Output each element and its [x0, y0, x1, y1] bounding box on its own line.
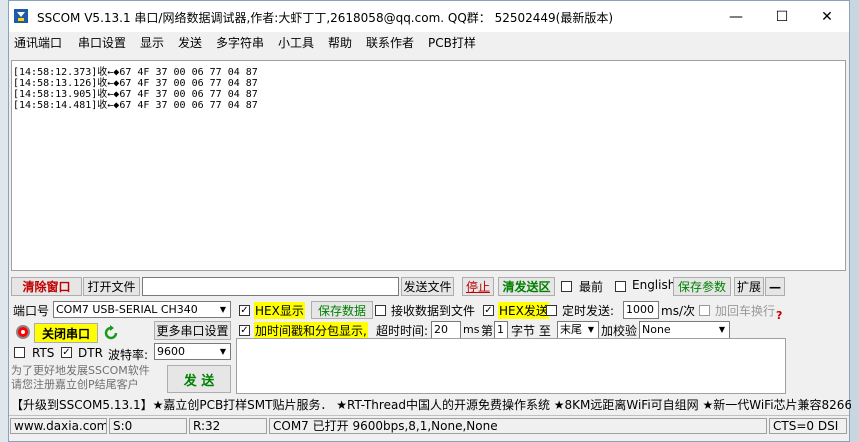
window-title: SSCOM V5.13.1 串口/网络数据调试器,作者:大虾丁丁,2618058… [37, 11, 614, 25]
rts-checkbox[interactable] [14, 347, 25, 358]
help-icon[interactable]: ? [776, 309, 782, 322]
nth-label: 第 [481, 324, 494, 338]
hex-display-label: HEX显示 [254, 302, 305, 319]
menu-help[interactable]: 帮助 [328, 34, 352, 51]
send-text-area[interactable] [236, 338, 786, 394]
app-icon [14, 9, 28, 23]
timeout-unit: ms [463, 323, 480, 336]
title-bar: SSCOM V5.13.1 串口/网络数据调试器,作者:大虾丁丁,2618058… [9, 1, 849, 32]
sscom-window: SSCOM V5.13.1 串口/网络数据调试器,作者:大虾丁丁,2618058… [8, 0, 851, 442]
menu-pcb-proto[interactable]: PCB打样 [428, 34, 476, 51]
menu-contact-author[interactable]: 联系作者 [366, 34, 414, 51]
english-label: English [632, 278, 676, 292]
checksum-label: 加校验 [601, 324, 638, 338]
save-data-button[interactable]: 保存数据 [311, 301, 373, 319]
expand-button[interactable]: 扩展 [734, 277, 764, 296]
send-scrollbar[interactable] [786, 338, 803, 394]
save-params-button[interactable]: 保存参数 [673, 277, 731, 296]
receive-line: [14:58:13.905]收←◆67 4F 37 00 06 77 04 87 [13, 89, 258, 100]
checksum-select-value: None [642, 323, 671, 336]
menu-send[interactable]: 发送 [178, 34, 202, 51]
clear-window-button[interactable]: 清除窗口 [11, 277, 82, 296]
topmost-label: 最前 [579, 280, 604, 294]
close-button[interactable]: ✕ [804, 1, 850, 32]
menu-bar: 通讯端口 串口设置 显示 发送 多字符串 小工具 帮助 联系作者 PCB打样 [9, 32, 849, 52]
background-desktop [0, 0, 8, 442]
receive-area[interactable]: [14:58:12.373]收←◆67 4F 37 00 06 77 04 87… [11, 60, 846, 271]
baud-select-value: 9600 [157, 345, 185, 358]
timed-send-checkbox[interactable] [546, 305, 557, 316]
menu-tools[interactable]: 小工具 [278, 34, 314, 51]
promo-line-2: 请您注册嘉立创P结尾客户 [11, 378, 139, 391]
receive-line: [14:58:13.126]收←◆67 4F 37 00 06 77 04 87 [13, 78, 258, 89]
english-checkbox[interactable] [615, 281, 626, 292]
hex-display-checkbox[interactable]: ✓ [239, 305, 250, 316]
status-bar: www.daxia.com S:0 R:32 COM7 已打开 9600bps,… [9, 415, 849, 436]
recv-to-file-checkbox[interactable] [375, 305, 386, 316]
interval-input[interactable]: 1000 [623, 301, 659, 319]
dtr-label: DTR [78, 346, 103, 360]
menu-display[interactable]: 显示 [140, 34, 164, 51]
port-status-icon [16, 325, 30, 339]
checksum-select[interactable]: None ▼ [639, 321, 730, 339]
clear-send-button[interactable]: 清发送区 [498, 277, 555, 296]
sent-count: S:0 [109, 418, 187, 434]
byte-to-label: 字节 至 [511, 324, 551, 338]
signal-status: CTS=0 DSI [769, 418, 847, 434]
send-button[interactable]: 发 送 [167, 365, 231, 393]
promo-line-1: 为了更好地发展SSCOM软件 [11, 364, 150, 377]
topmost-checkbox[interactable] [561, 281, 572, 292]
baud-select[interactable]: 9600 ▼ [154, 343, 231, 360]
receive-line: [14:58:12.373]收←◆67 4F 37 00 06 77 04 87 [13, 67, 258, 78]
close-port-button[interactable]: 关闭串口 [34, 323, 98, 343]
minimize-button[interactable]: — [713, 1, 759, 32]
website-link[interactable]: www.daxia.com [10, 418, 107, 434]
interval-unit: ms/次 [661, 304, 695, 318]
hex-send-checkbox[interactable]: ✓ [483, 305, 494, 316]
received-count: R:32 [189, 418, 267, 434]
menu-multi-string[interactable]: 多字符串 [216, 34, 264, 51]
maximize-button[interactable]: ☐ [759, 1, 805, 32]
port-select[interactable]: COM7 USB-SERIAL CH340 ▼ [53, 301, 231, 318]
file-path-input[interactable] [142, 277, 399, 296]
collapse-button[interactable]: — [765, 277, 785, 296]
recv-to-file-label: 接收数据到文件 [391, 304, 476, 318]
chevron-down-icon: ▼ [216, 344, 230, 359]
dtr-checkbox[interactable]: ✓ [61, 347, 72, 358]
add-crlf-checkbox[interactable] [699, 305, 710, 316]
menu-serial-settings[interactable]: 串口设置 [78, 34, 126, 51]
timestamp-label: 加时间戳和分包显示, [254, 322, 368, 339]
baud-label: 波特率: [108, 348, 149, 362]
hex-send-label: HEX发送 [498, 302, 549, 319]
news-ticker[interactable]: 【升级到SSCOM5.13.1】★嘉立创PCB打样SMT贴片服务． ★RT-Th… [9, 395, 851, 415]
promo-text[interactable]: 为了更好地发展SSCOM软件 请您注册嘉立创P结尾客户 [11, 364, 161, 394]
open-file-button[interactable]: 打开文件 [83, 277, 140, 296]
timeout-label: 超时时间: [376, 324, 429, 338]
send-file-button[interactable]: 发送文件 [401, 277, 454, 296]
port-select-value: COM7 USB-SERIAL CH340 [56, 303, 198, 316]
port-label: 端口号 [13, 304, 50, 318]
timestamp-checkbox[interactable]: ✓ [239, 325, 250, 336]
refresh-icon[interactable] [103, 325, 119, 341]
chevron-down-icon: ▼ [584, 322, 598, 338]
add-crlf-label: 加回车换行 [715, 304, 776, 318]
byte-index-input[interactable]: 1 [494, 321, 508, 339]
menu-comm-port[interactable]: 通讯端口 [14, 34, 62, 51]
port-status: COM7 已打开 9600bps,8,1,None,None [269, 418, 767, 434]
stop-button[interactable]: 停止 [462, 277, 494, 296]
timeout-input[interactable]: 20 [431, 321, 461, 339]
rts-label: RTS [32, 346, 55, 360]
chevron-down-icon: ▼ [715, 322, 729, 338]
receive-line: [14:58:14.481]收←◆67 4F 37 00 06 77 04 87 [13, 100, 258, 111]
timed-send-label: 定时发送: [562, 304, 615, 318]
chevron-down-icon: ▼ [216, 302, 230, 317]
more-serial-settings-button[interactable]: 更多串口设置 [154, 321, 231, 340]
end-select-value: 末尾 [560, 323, 582, 336]
end-select[interactable]: 末尾 ▼ [557, 321, 599, 339]
